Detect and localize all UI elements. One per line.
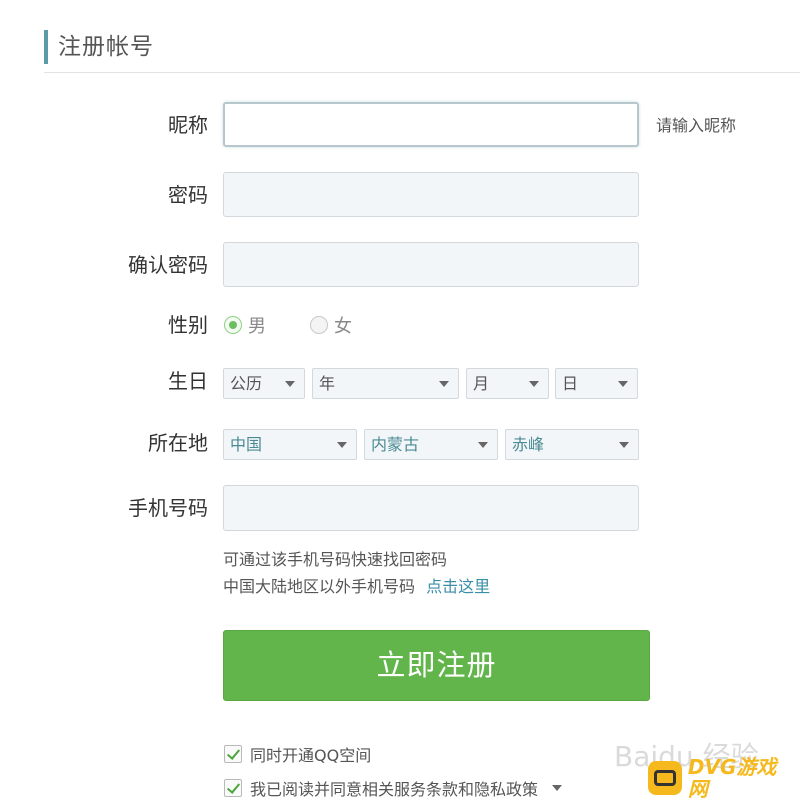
city-select[interactable]: 赤峰: [505, 429, 639, 460]
nickname-hint: 请输入昵称: [656, 116, 737, 135]
radio-checked-icon: [224, 316, 242, 334]
province-select[interactable]: 内蒙古: [364, 429, 498, 460]
gender-male-label: 男: [248, 316, 266, 337]
chevron-down-icon: [618, 381, 628, 387]
chevron-down-icon: [478, 442, 488, 448]
checkbox-checked-icon: [224, 779, 242, 797]
password-label: 密码: [168, 183, 208, 207]
birth-year-value: 年: [319, 374, 336, 393]
radio-unchecked-icon: [310, 316, 328, 334]
overseas-phone-link[interactable]: 点击这里: [426, 577, 490, 596]
phone-input[interactable]: [223, 485, 639, 531]
register-button[interactable]: 立即注册: [223, 630, 650, 701]
calendar-type-value: 公历: [230, 374, 263, 393]
nickname-label: 昵称: [168, 113, 208, 137]
province-value: 内蒙古: [371, 435, 420, 454]
gender-female-label: 女: [334, 316, 352, 337]
confirm-password-label: 确认密码: [128, 253, 208, 277]
page-title: 注册帐号: [58, 34, 154, 60]
title-accent-bar: [44, 30, 48, 64]
country-value: 中国: [230, 435, 263, 454]
terms-checkbox[interactable]: 我已阅读并同意相关服务条款和隐私政策: [224, 776, 563, 800]
phone-overseas-text: 中国大陆地区以外手机号码: [223, 577, 416, 596]
birth-day-select[interactable]: 日: [555, 368, 638, 399]
birth-month-select[interactable]: 月: [466, 368, 549, 399]
chevron-down-icon: [439, 381, 449, 387]
chevron-down-icon: [337, 442, 347, 448]
city-value: 赤峰: [512, 435, 545, 454]
checkbox-checked-icon: [224, 745, 242, 763]
confirm-password-input[interactable]: [223, 242, 639, 287]
country-select[interactable]: 中国: [223, 429, 357, 460]
phone-overseas-note: 中国大陆地区以外手机号码 点击这里: [223, 576, 490, 598]
qzone-checkbox-label: 同时开通QQ空间: [250, 746, 372, 765]
page-header: 注册帐号: [0, 0, 800, 74]
password-input[interactable]: [223, 172, 639, 217]
gamepad-icon: [648, 761, 682, 795]
nickname-input[interactable]: [223, 102, 639, 147]
terms-checkbox-label: 我已阅读并同意相关服务条款和隐私政策: [250, 780, 539, 799]
phone-label: 手机号码: [128, 496, 208, 520]
gender-label: 性别: [168, 313, 208, 337]
dvg-watermark: DVG游戏网: [648, 755, 796, 801]
birth-day-value: 日: [562, 374, 579, 393]
chevron-down-icon: [529, 381, 539, 387]
phone-note: 可通过该手机号码快速找回密码: [223, 550, 448, 569]
gender-female-radio[interactable]: 女: [310, 312, 352, 338]
qzone-checkbox[interactable]: 同时开通QQ空间: [224, 742, 371, 766]
birth-year-select[interactable]: 年: [312, 368, 459, 399]
chevron-down-icon: [619, 442, 629, 448]
gender-male-radio[interactable]: 男: [224, 312, 266, 338]
chevron-down-icon: [285, 381, 295, 387]
chevron-down-icon[interactable]: [552, 785, 563, 791]
dvg-watermark-text: DVG游戏网: [687, 755, 777, 801]
birth-month-value: 月: [473, 374, 490, 393]
birthday-label: 生日: [168, 369, 208, 393]
location-label: 所在地: [148, 431, 208, 455]
calendar-type-select[interactable]: 公历: [223, 368, 305, 399]
header-divider: [44, 72, 800, 73]
